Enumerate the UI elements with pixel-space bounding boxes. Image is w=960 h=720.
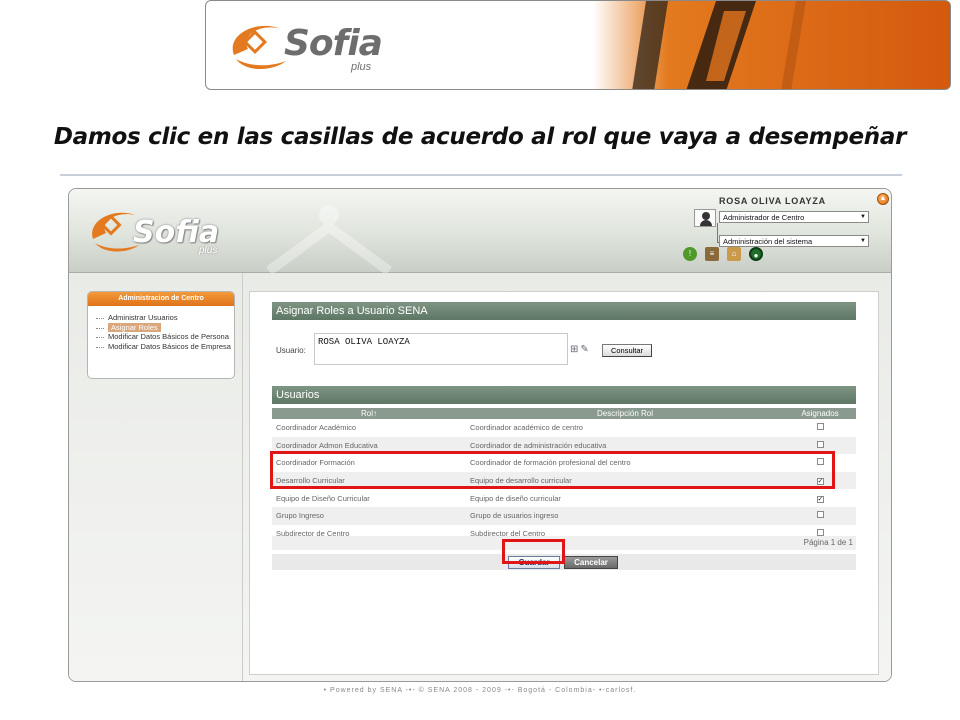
assigned-cell — [784, 506, 856, 525]
user-search-row: Usuario: ROSA OLIVA LOAYZA ⊞✎ Consultar — [272, 330, 856, 370]
users-section-header: Usuarios — [272, 386, 856, 404]
slide-title: Damos clic en las casillas de acuerdo al… — [53, 124, 907, 150]
book-icon[interactable]: ≡ — [705, 247, 719, 261]
cancelar-button[interactable]: Cancelar — [564, 556, 618, 569]
column-header-asignados: Asignados — [784, 408, 856, 419]
highlight-guardar-button — [502, 539, 565, 564]
user-label: Usuario: — [276, 346, 306, 355]
app-footer: • Powered by SENA -•- © SENA 2008 - 2009… — [323, 687, 637, 694]
logo-subtext: plus — [351, 61, 372, 73]
sena-watermark — [266, 205, 392, 273]
role-name: Grupo Ingreso — [272, 506, 466, 525]
consultar-button[interactable]: Consultar — [602, 344, 652, 357]
area-select[interactable]: Administración del sistema ▼ — [719, 235, 869, 247]
area-select-value: Administración del sistema — [723, 237, 813, 246]
menu-item-asignar-roles[interactable]: Asignar Roles — [96, 322, 232, 333]
app-window: Sofia plus ROSA OLIVA LOAYZA Administrad… — [68, 188, 892, 682]
chevron-down-icon: ▼ — [860, 214, 866, 220]
app-logo-subtext: plus — [199, 245, 218, 256]
chevron-down-icon: ▼ — [860, 238, 866, 244]
side-menu: Administracion de Centro Administrar Usu… — [87, 291, 235, 379]
assigned-checkbox[interactable] — [816, 440, 824, 448]
menu-item-modificar-persona[interactable]: Modificar Datos Básicos de Persona — [96, 332, 232, 342]
app-logo: Sofia plus — [87, 203, 247, 259]
role-description: Equipo de diseño curricular — [470, 493, 561, 503]
user-field[interactable]: ROSA OLIVA LOAYZA — [314, 333, 568, 365]
assigned-checkbox[interactable] — [816, 423, 824, 431]
assign-section-header: Asignar Roles a Usuario SENA — [272, 302, 856, 320]
search-tools-icon[interactable]: ⊞✎ — [570, 344, 591, 355]
banner-decoration — [632, 1, 806, 89]
slide-banner: Sofia plus — [205, 0, 951, 90]
menu-title: Administracion de Centro — [88, 292, 234, 306]
role-name: Equipo de Diseño Curricular — [276, 493, 370, 503]
column-header-rol[interactable]: Rol↑ — [272, 408, 466, 419]
highlight-checked-rows — [270, 451, 835, 489]
assigned-checkbox[interactable] — [816, 528, 824, 536]
role-select[interactable]: Administrador de Centro ▼ — [719, 211, 869, 223]
menu-item-modificar-empresa[interactable]: Modificar Datos Básicos de Empresa — [96, 342, 232, 352]
assigned-checkbox[interactable] — [816, 511, 824, 519]
close-icon[interactable]: ▲ — [877, 193, 889, 205]
table-row: Equipo de Diseño Curricular Equipo de dis… — [272, 489, 856, 507]
table-row: Grupo Ingreso Grupo de usuarios ingreso — [272, 506, 856, 525]
table-row: Coordinador Académico Coordinador académi… — [272, 419, 856, 437]
role-description: Coordinador académico de centro — [470, 423, 583, 433]
user-avatar-icon — [694, 209, 716, 227]
house-icon[interactable]: ⌂ — [727, 247, 741, 261]
role-description: Grupo de usuarios ingreso — [466, 506, 784, 525]
app-header: Sofia plus ROSA OLIVA LOAYZA Administrad… — [69, 189, 891, 273]
assigned-checkbox[interactable]: ✓ — [816, 495, 824, 503]
divider — [242, 273, 243, 681]
divider — [60, 174, 902, 176]
table-header-row: Rol↑ Descripción Rol Asignados — [272, 408, 856, 419]
assigned-cell: ✓ — [784, 489, 856, 507]
menu-list: Administrar Usuarios Asignar Roles Modif… — [96, 313, 232, 352]
column-header-descripcion: Descripción Rol — [466, 408, 784, 419]
role-select-value: Administrador de Centro — [723, 213, 805, 222]
info-icon[interactable]: ! — [683, 247, 697, 261]
power-icon[interactable]: ● — [749, 247, 763, 261]
user-name: ROSA OLIVA LOAYZA — [719, 196, 826, 206]
assigned-cell — [784, 419, 856, 437]
logo-text: Sofia — [284, 23, 383, 64]
sofia-plus-logo: Sofia plus — [226, 15, 406, 77]
role-name: Coordinador Académico — [276, 423, 357, 433]
menu-item-administrar-usuarios[interactable]: Administrar Usuarios — [96, 313, 232, 323]
